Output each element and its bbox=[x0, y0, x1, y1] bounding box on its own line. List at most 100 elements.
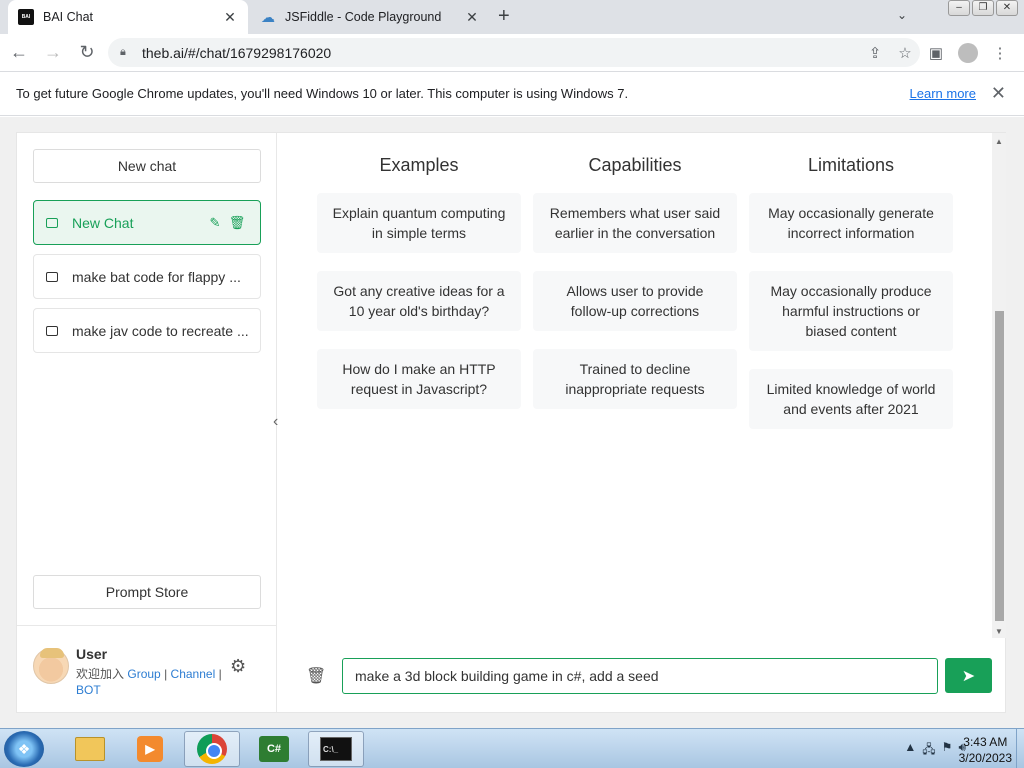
close-infobar-icon[interactable]: ✕ bbox=[991, 83, 1006, 104]
group-link[interactable]: Group bbox=[127, 667, 160, 681]
link-separator: | bbox=[164, 667, 168, 681]
cmd-app[interactable]: C:\_ bbox=[308, 731, 364, 767]
close-tab-icon[interactable]: ✕ bbox=[464, 9, 480, 26]
tab-title: BAI Chat bbox=[43, 10, 94, 24]
example-prompt[interactable]: Explain quantum computing in simple term… bbox=[317, 193, 521, 253]
capability-item: Trained to decline inappropriate request… bbox=[533, 349, 737, 409]
chat-item[interactable]: make jav code to recreate ... bbox=[33, 308, 261, 353]
new-chat-button[interactable]: New chat bbox=[33, 149, 261, 183]
network-icon[interactable]: 🖧 bbox=[922, 740, 935, 761]
chrome-app[interactable] bbox=[184, 731, 240, 767]
jsfiddle-favicon-icon: ☁ bbox=[261, 8, 275, 25]
browser-tabstrip: BAI BAI Chat ✕ ☁ JSFiddle - Code Playgro… bbox=[0, 0, 1024, 34]
show-desktop-button[interactable] bbox=[1016, 729, 1024, 768]
tab-title: JSFiddle - Code Playground bbox=[285, 10, 442, 24]
bai-favicon-icon: BAI bbox=[18, 9, 34, 25]
examples-heading: Examples bbox=[379, 155, 459, 175]
close-window-icon[interactable]: ✕ bbox=[996, 0, 1018, 16]
example-prompt[interactable]: How do I make an HTTP request in Javascr… bbox=[317, 349, 521, 409]
chat-bubble-icon bbox=[46, 217, 58, 228]
chat-item-active[interactable]: New Chat ✎ 🗑︎ bbox=[33, 200, 261, 245]
chat-app: New chat New Chat ✎ 🗑︎ make bat code for… bbox=[16, 132, 1006, 713]
input-bar: 🗑︎ ➤ bbox=[278, 638, 1006, 712]
minimize-icon[interactable]: – bbox=[948, 0, 970, 16]
clock[interactable]: 3:43 AM 3/20/2023 bbox=[959, 734, 1012, 766]
restore-icon[interactable]: ❐ bbox=[972, 0, 994, 16]
chat-item-label: make jav code to recreate ... bbox=[72, 322, 248, 339]
chat-item-label: make bat code for flappy ... bbox=[72, 268, 241, 285]
user-name: User bbox=[76, 646, 108, 662]
scroll-down-icon[interactable]: ▼ bbox=[992, 627, 1006, 636]
scrollbar[interactable]: ▲ ▼ bbox=[992, 133, 1006, 638]
scroll-up-icon[interactable]: ▲ bbox=[992, 137, 1006, 146]
chat-main: Examples Capabilities Limitations Explai… bbox=[278, 133, 1006, 712]
infobar-message: To get future Google Chrome updates, you… bbox=[16, 86, 629, 101]
address-bar[interactable]: 🔒︎ theb.ai/#/chat/1679298176020 ⇪ ☆ bbox=[108, 38, 920, 67]
delete-trash-icon[interactable]: 🗑︎ bbox=[226, 215, 248, 231]
action-center-flag-icon[interactable]: ⚑ bbox=[942, 740, 953, 761]
profile-icon[interactable] bbox=[952, 38, 984, 67]
limitation-item: May occasionally produce harmful instruc… bbox=[749, 271, 953, 351]
clock-time: 3:43 AM bbox=[963, 735, 1008, 749]
prompt-store-button[interactable]: Prompt Store bbox=[33, 575, 261, 609]
start-button-icon[interactable]: ❖ bbox=[4, 731, 44, 767]
new-tab-icon[interactable]: + bbox=[498, 6, 510, 26]
windows-taskbar: ❖ ▶ C# C:\_ ▲ 🖧 ⚑ 🔊︎ 3:43 AM 3/20/2023 bbox=[0, 728, 1024, 768]
close-tab-icon[interactable]: ✕ bbox=[222, 9, 238, 26]
chrome-icon bbox=[197, 734, 227, 764]
link-separator: | bbox=[218, 667, 222, 681]
bot-link[interactable]: BOT bbox=[76, 683, 101, 697]
clear-chat-trash-icon[interactable]: 🗑︎ bbox=[306, 666, 326, 686]
chat-bubble-icon bbox=[46, 271, 58, 282]
clock-date: 3/20/2023 bbox=[958, 751, 1012, 765]
csharp-app[interactable]: C# bbox=[246, 731, 302, 767]
forward-arrow-icon[interactable]: → bbox=[38, 38, 68, 68]
menu-kebab-icon[interactable]: ⋮ bbox=[984, 38, 1016, 67]
url-text: theb.ai/#/chat/1679298176020 bbox=[142, 44, 332, 61]
folder-icon bbox=[75, 737, 105, 761]
capability-item: Remembers what user said earlier in the … bbox=[533, 193, 737, 253]
csharp-icon: C# bbox=[259, 736, 289, 762]
sidebar: New chat New Chat ✎ 🗑︎ make bat code for… bbox=[17, 133, 277, 712]
limitation-item: May occasionally generate incorrect info… bbox=[749, 193, 953, 253]
tab-jsfiddle[interactable]: ☁ JSFiddle - Code Playground ✕ bbox=[250, 0, 490, 34]
share-icon[interactable]: ⇪ bbox=[860, 44, 890, 62]
bookmark-star-icon[interactable]: ☆ bbox=[890, 44, 920, 62]
cmd-icon: C:\_ bbox=[320, 737, 352, 761]
browser-toolbar: ← → ↻ 🔒︎ theb.ai/#/chat/1679298176020 ⇪ … bbox=[0, 34, 1024, 71]
explorer-app[interactable] bbox=[62, 731, 118, 767]
lock-icon: 🔒︎ bbox=[120, 46, 126, 58]
limitations-heading: Limitations bbox=[807, 155, 895, 175]
window-controls: – ❐ ✕ bbox=[946, 0, 1018, 16]
tab-bai-chat[interactable]: BAI BAI Chat ✕ bbox=[8, 0, 248, 34]
capabilities-heading: Capabilities bbox=[588, 155, 682, 175]
media-player-icon: ▶ bbox=[137, 736, 163, 762]
update-infobar: To get future Google Chrome updates, you… bbox=[0, 71, 1024, 116]
user-panel: User 欢迎加入 Group | Channel | BOT ⚙ bbox=[17, 625, 276, 712]
side-panel-icon[interactable]: ▣ bbox=[920, 38, 952, 67]
avatar bbox=[33, 648, 69, 684]
tab-search-chevron-icon[interactable]: ⌄ bbox=[897, 8, 907, 22]
scrollbar-thumb[interactable] bbox=[995, 311, 1004, 621]
example-prompt[interactable]: Got any creative ideas for a 10 year old… bbox=[317, 271, 521, 331]
gear-icon[interactable]: ⚙ bbox=[230, 656, 246, 677]
media-player-app[interactable]: ▶ bbox=[122, 731, 178, 767]
show-hidden-icons-icon[interactable]: ▲ bbox=[904, 740, 916, 761]
system-tray: ▲ 🖧 ⚑ 🔊︎ bbox=[904, 740, 966, 761]
chat-item[interactable]: make bat code for flappy ... bbox=[33, 254, 261, 299]
page-content: New chat New Chat ✎ 🗑︎ make bat code for… bbox=[0, 117, 1024, 728]
reload-icon[interactable]: ↻ bbox=[72, 38, 102, 68]
edit-pencil-icon[interactable]: ✎ bbox=[204, 215, 226, 231]
capability-item: Allows user to provide follow-up correct… bbox=[533, 271, 737, 331]
toolbar-right: ▣ ⋮ bbox=[920, 38, 1016, 67]
user-links: 欢迎加入 Group | Channel | BOT bbox=[76, 666, 226, 698]
channel-link[interactable]: Channel bbox=[171, 667, 216, 681]
message-input[interactable] bbox=[342, 658, 938, 694]
back-arrow-icon[interactable]: ← bbox=[4, 38, 34, 68]
learn-more-link[interactable]: Learn more bbox=[910, 86, 976, 101]
send-plane-icon: ➤ bbox=[961, 667, 976, 685]
chat-item-label: New Chat bbox=[72, 214, 134, 231]
send-button[interactable]: ➤ bbox=[945, 658, 992, 693]
chat-bubble-icon bbox=[46, 325, 58, 336]
limitation-item: Limited knowledge of world and events af… bbox=[749, 369, 953, 429]
